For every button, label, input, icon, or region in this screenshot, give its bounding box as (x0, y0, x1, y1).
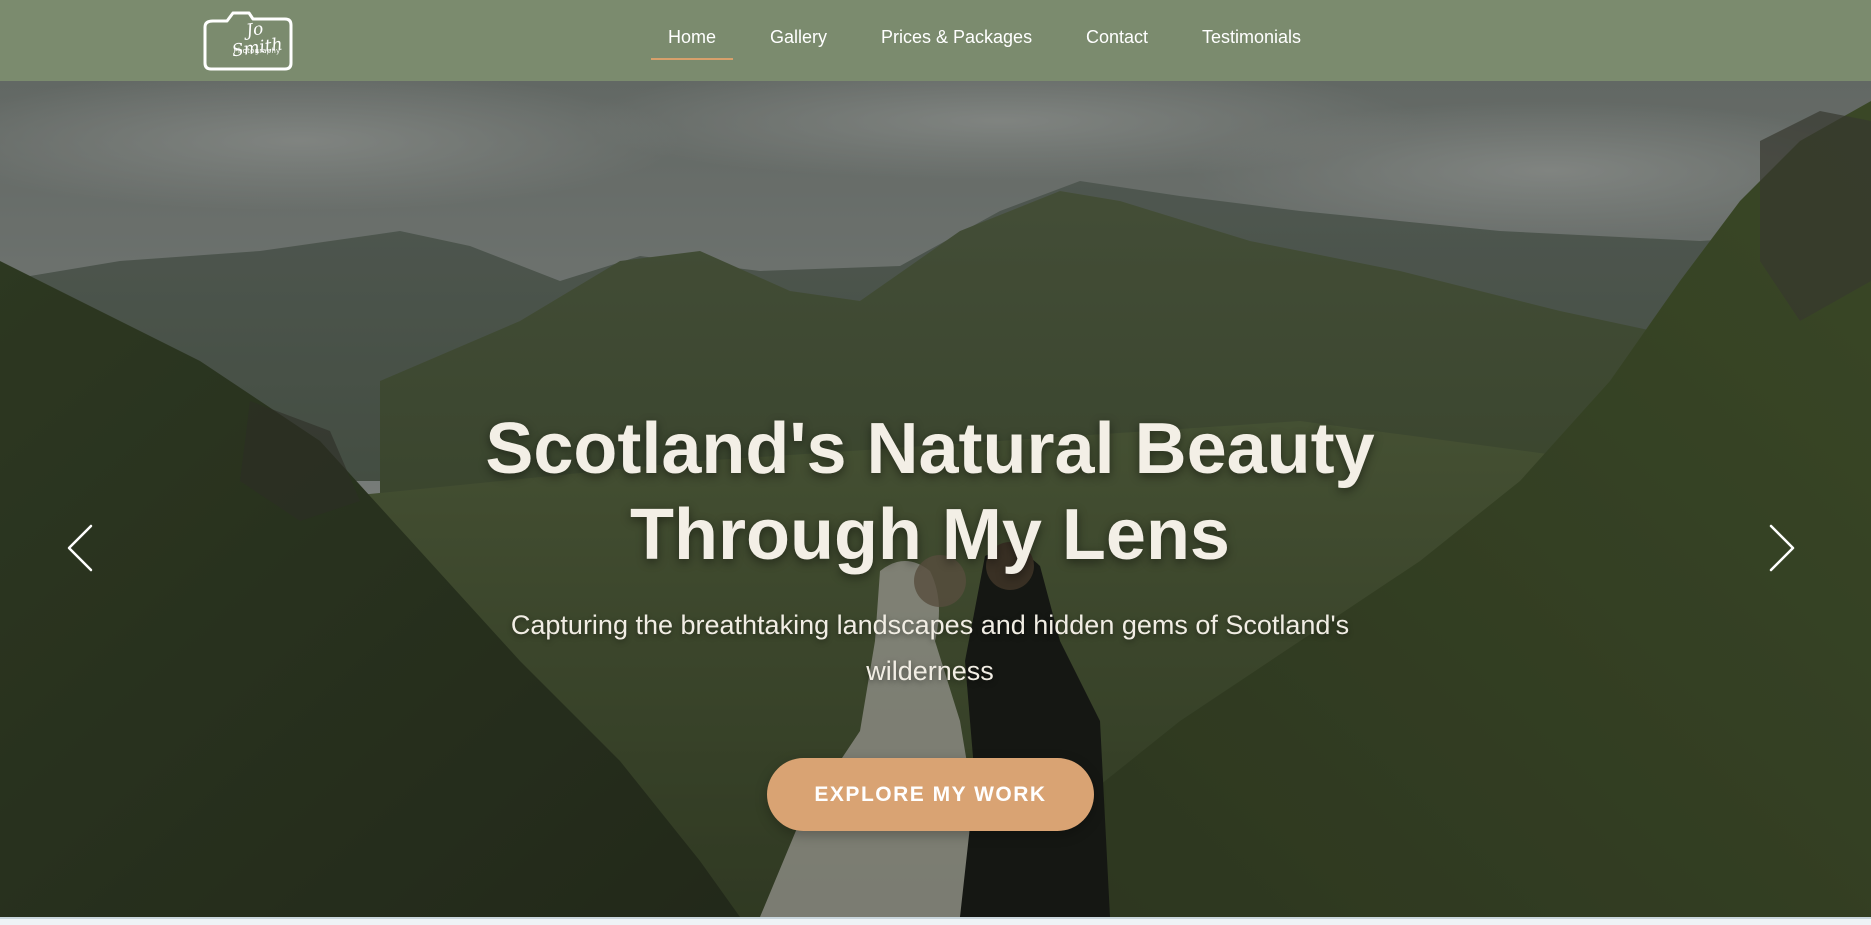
nav-item-prices-packages[interactable]: Prices & Packages (881, 25, 1032, 51)
explore-my-work-button[interactable]: EXPLORE MY WORK (767, 758, 1094, 831)
carousel-prev-button[interactable] (60, 518, 100, 578)
hero-title: Scotland's Natural Beauty Through My Len… (0, 406, 1860, 578)
carousel-next-button[interactable] (1762, 518, 1802, 578)
nav-item-testimonials[interactable]: Testimonials (1202, 25, 1301, 51)
hero-subtitle: Capturing the breathtaking landscapes an… (510, 610, 1350, 686)
page-bottom-edge (0, 917, 1871, 925)
chevron-left-icon (67, 524, 93, 572)
hero-carousel: Scotland's Natural Beauty Through My Len… (0, 81, 1871, 917)
nav-item-contact[interactable]: Contact (1086, 25, 1148, 51)
nav-item-home[interactable]: Home (650, 25, 734, 60)
hero-title-line-2: Through My Lens (630, 495, 1230, 575)
top-navbar: Jo Smith Photography Home Gallery Prices… (0, 0, 1871, 81)
nav-item-gallery[interactable]: Gallery (770, 25, 827, 51)
logo-subtitle: Photography (233, 47, 281, 55)
site-logo[interactable]: Jo Smith Photography (203, 7, 293, 71)
chevron-right-icon (1769, 524, 1795, 572)
hero-title-line-1: Scotland's Natural Beauty (485, 409, 1375, 489)
